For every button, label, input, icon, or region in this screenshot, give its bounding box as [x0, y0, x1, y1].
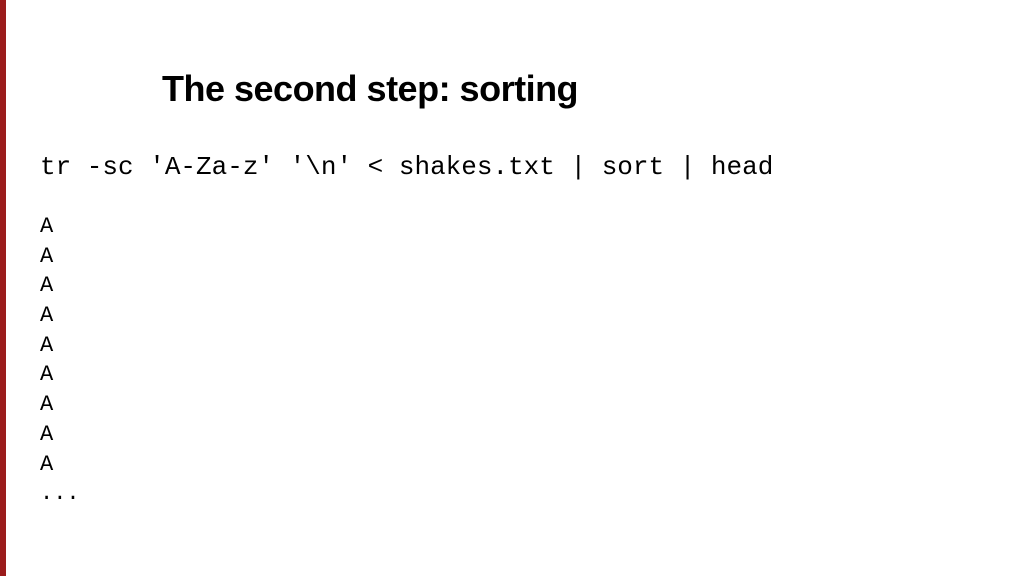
command-line: tr -sc 'A-Za-z' '\n' < shakes.txt | sort…	[40, 152, 984, 182]
slide-title: The second step: sorting	[162, 68, 984, 110]
slide-accent-bar	[0, 0, 6, 576]
command-output: A A A A A A A A A ...	[40, 212, 984, 509]
slide-content: The second step: sorting tr -sc 'A-Za-z'…	[0, 0, 1024, 549]
